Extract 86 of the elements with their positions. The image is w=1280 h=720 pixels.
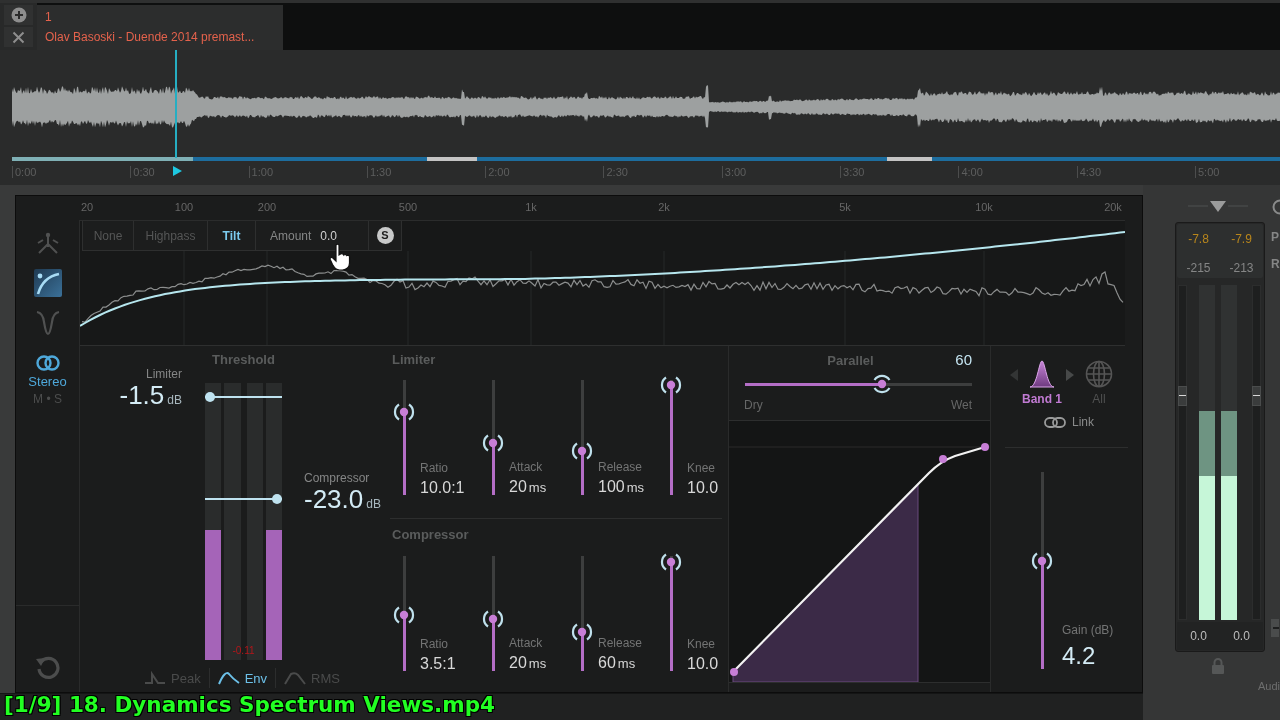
gain-value[interactable]: 4.2 xyxy=(1062,643,1114,669)
frequency-label: 5k xyxy=(839,201,851,214)
peak-readout: -7.8 xyxy=(1188,232,1209,248)
arch-shape-icon xyxy=(284,670,307,686)
section-heading: Compressor xyxy=(391,527,469,542)
control-value[interactable]: 60ms xyxy=(598,653,643,673)
threshold-handle[interactable] xyxy=(272,494,282,505)
video-title-overlay: [1/9] 18. Dynamics Spectrum Views.mp4 xyxy=(4,692,496,717)
frequency-label: 20 xyxy=(80,201,94,214)
control-value[interactable]: 100 ms xyxy=(598,477,645,497)
amount-label: Amount xyxy=(270,228,312,243)
linked-rings-icon xyxy=(35,355,60,371)
curve-point[interactable] xyxy=(981,443,989,451)
detection-mode-button[interactable]: Env xyxy=(209,668,277,688)
overview-bar-drawing[interactable] xyxy=(12,157,1280,161)
control-value[interactable]: 20ms xyxy=(509,653,547,673)
close-icon xyxy=(12,30,25,44)
close-tab-button[interactable] xyxy=(4,27,33,47)
side-panel-label: Audi xyxy=(1257,680,1280,693)
section-heading: Limiter xyxy=(391,352,436,367)
frequency-label: 2k xyxy=(658,201,670,214)
control-label: Release xyxy=(598,636,643,650)
solo-button[interactable]: S xyxy=(376,227,394,244)
chain-link-icon xyxy=(1044,416,1066,428)
play-marker-icon[interactable] xyxy=(173,166,182,176)
limiter-threshold-label: Limiter xyxy=(146,367,182,381)
gain-label: Gain (dB) xyxy=(1062,623,1114,637)
link-button[interactable]: Link xyxy=(1044,415,1094,429)
frequency-label: 10k xyxy=(975,201,993,214)
tilt-curve[interactable] xyxy=(80,231,1125,327)
edge-label: R xyxy=(1271,257,1280,271)
control-value[interactable]: 10.0 xyxy=(687,654,719,673)
frequency-label: 1k xyxy=(525,201,537,214)
meter-readout: 0.0 xyxy=(1233,629,1250,643)
peak-readout: -7.9 xyxy=(1231,232,1252,248)
meter-reading: -0.11 xyxy=(231,645,256,657)
control-label: Knee xyxy=(687,637,717,651)
rms-readout: -213 xyxy=(1229,261,1254,277)
fader-track[interactable] xyxy=(1178,285,1187,620)
edge-label: P xyxy=(1271,230,1280,244)
fader-handle[interactable] xyxy=(1252,385,1261,406)
ring-icon[interactable] xyxy=(1272,199,1280,215)
limiter-threshold-value[interactable]: -1.5 dB xyxy=(119,381,182,414)
add-tab-button[interactable] xyxy=(4,5,33,25)
rms-readout: -215 xyxy=(1186,261,1211,277)
curve-point[interactable] xyxy=(939,455,947,463)
parallel-value[interactable]: 60 xyxy=(955,352,972,368)
threshold-handle[interactable] xyxy=(205,391,215,402)
add-icon xyxy=(10,7,27,23)
spectrum-view-button[interactable] xyxy=(33,269,62,297)
control-value[interactable]: 20ms xyxy=(509,477,547,497)
fader-handle[interactable] xyxy=(1178,385,1187,406)
fader-track[interactable] xyxy=(1252,285,1261,620)
frequency-label: 100 xyxy=(174,201,194,214)
frequency-label: 20k xyxy=(1104,201,1122,214)
bell-curve-icon xyxy=(1029,360,1055,388)
meter-readout: 0.0 xyxy=(1190,629,1207,643)
band-button[interactable]: Band 1 xyxy=(1022,360,1062,406)
meter-hold-segment xyxy=(1221,410,1237,476)
filter-mode-tab[interactable]: Tilt xyxy=(208,221,256,250)
envelope-curve-icon xyxy=(217,670,240,686)
channel-mode-button[interactable]: Stereo xyxy=(28,374,67,389)
amount-value[interactable]: 0.0 xyxy=(320,228,338,243)
globe-icon xyxy=(1085,360,1113,388)
compressor-threshold-value[interactable]: -23.0 dB xyxy=(304,485,381,518)
control-label: Release xyxy=(598,460,644,474)
control-label: Ratio xyxy=(420,637,449,651)
session-tab[interactable]: 1 Olav Basoski - Duende 2014 premast... xyxy=(37,5,283,50)
control-value[interactable]: 10.0:1 xyxy=(420,478,465,497)
frequency-label: 200 xyxy=(257,201,277,214)
down-triangle-icon[interactable] xyxy=(1188,201,1248,213)
control-label: Attack xyxy=(509,636,544,650)
control-label: Attack xyxy=(509,460,544,474)
control-value[interactable]: 10.0 xyxy=(687,478,719,497)
control-label: Ratio xyxy=(420,461,449,475)
meter-hold-segment xyxy=(1199,410,1215,476)
section-heading: Threshold xyxy=(211,352,276,367)
peak-shape-icon xyxy=(144,670,166,686)
control-label: Knee xyxy=(687,461,717,475)
control-value[interactable]: 3.5:1 xyxy=(420,654,456,673)
wet-label: Wet xyxy=(950,398,972,412)
frequency-label: 500 xyxy=(398,201,418,214)
dry-label: Dry xyxy=(744,398,763,412)
section-heading: Parallel xyxy=(827,352,874,368)
compressor-threshold-label: Compressor xyxy=(304,471,370,485)
curve-point[interactable] xyxy=(730,668,738,676)
